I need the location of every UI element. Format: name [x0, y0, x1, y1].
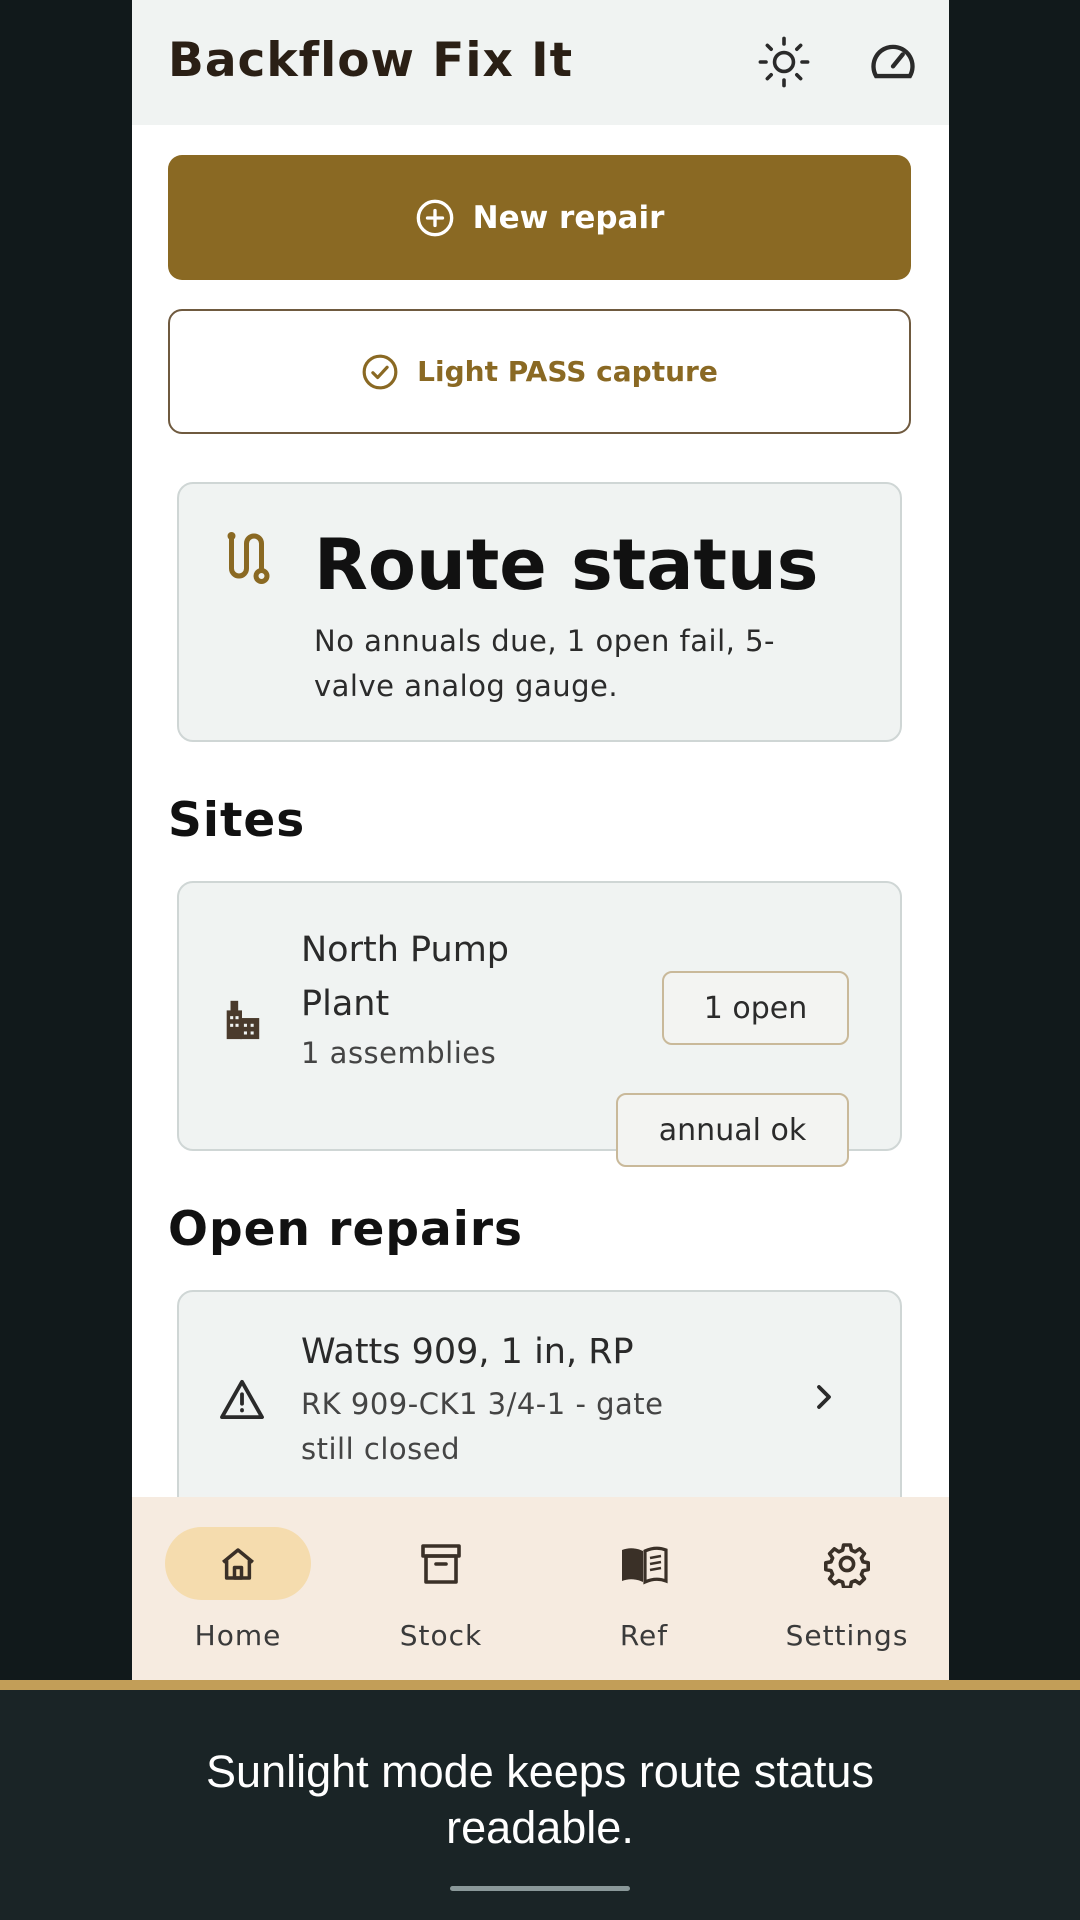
nav-home-label: Home — [194, 1619, 282, 1652]
route-status-title: Route status — [314, 524, 819, 606]
nav-ref[interactable]: Ref — [564, 1527, 724, 1657]
nav-ref-label: Ref — [619, 1619, 669, 1652]
screen: Backflow Fix It New repair Light PASS ca… — [0, 0, 1080, 1920]
nav-stock-label: Stock — [399, 1619, 483, 1652]
nav-settings-label: Settings — [785, 1619, 909, 1652]
light-pass-label: Light PASS capture — [417, 355, 718, 388]
nav-stock-indicator — [368, 1527, 514, 1600]
repair-title: Watts 909, 1 in, RP — [301, 1332, 634, 1372]
chevron-right-icon — [817, 1385, 831, 1409]
theme-toggle-button[interactable] — [752, 30, 816, 94]
sites-heading: Sites — [168, 793, 306, 848]
gauge-icon — [871, 44, 915, 79]
nav-settings-indicator — [774, 1527, 920, 1600]
app-bar: Backflow Fix It — [132, 0, 949, 125]
building-icon — [226, 1000, 260, 1040]
nav-settings[interactable]: Settings — [767, 1527, 927, 1657]
light-pass-capture-button[interactable]: Light PASS capture — [168, 309, 911, 434]
gauge-button[interactable] — [861, 30, 925, 94]
site-assemblies: 1 assemblies — [301, 1036, 497, 1070]
annual-status-badge: annual ok — [616, 1093, 849, 1167]
book-icon — [622, 1546, 668, 1584]
nav-home[interactable]: Home — [158, 1527, 318, 1657]
bottom-navigation: Home Stock Ref Settings — [132, 1497, 949, 1680]
home-indicator-bar — [450, 1886, 630, 1891]
new-repair-button[interactable]: New repair — [168, 155, 911, 280]
caption-text: Sunlight mode keeps route status readabl… — [206, 1746, 874, 1853]
open-repairs-heading: Open repairs — [168, 1202, 523, 1257]
caption-divider — [0, 1680, 1080, 1690]
plus-circle-icon — [416, 199, 453, 236]
nav-stock[interactable]: Stock — [361, 1527, 521, 1657]
site-name: North Pump Plant — [301, 930, 510, 1024]
new-repair-label: New repair — [472, 199, 665, 236]
sun-icon — [758, 36, 810, 88]
nav-ref-indicator — [571, 1527, 717, 1600]
check-circle-icon — [362, 354, 398, 389]
nav-home-indicator — [165, 1527, 311, 1600]
app-screen: Backflow Fix It New repair Light PASS ca… — [132, 0, 949, 1680]
open-count-badge: 1 open — [662, 971, 849, 1045]
repair-detail: RK 909-CK1 3/4-1 - gate still closed — [301, 1387, 664, 1466]
gear-icon — [824, 1542, 870, 1588]
route-status-card: Route status No annuals due, 1 open fail… — [177, 482, 902, 742]
repair-card[interactable]: Watts 909, 1 in, RP RK 909-CK1 3/4-1 - g… — [177, 1290, 902, 1520]
caption-panel: Sunlight mode keeps route status readabl… — [0, 1690, 1080, 1920]
site-card[interactable]: North Pump Plant 1 assemblies 1 open ann… — [177, 881, 902, 1167]
app-title: Backflow Fix It — [168, 33, 574, 88]
route-status-text: No annuals due, 1 open fail, 5-valve ana… — [314, 624, 775, 703]
warning-icon — [220, 1379, 264, 1420]
route-icon — [227, 532, 270, 584]
archive-box-icon — [421, 1543, 461, 1584]
home-icon — [222, 1547, 254, 1580]
